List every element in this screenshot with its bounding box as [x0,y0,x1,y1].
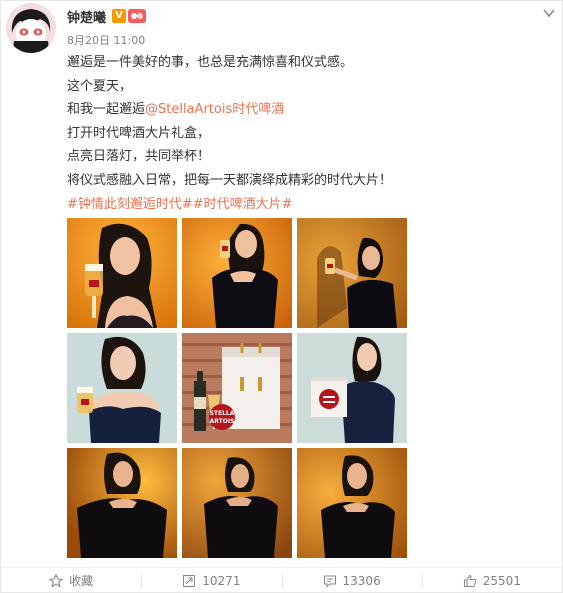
author-row: 钟楚曦 V [67,7,147,26]
image-grid: STELLA ARTOIS [67,218,407,558]
hashtag-line: #钟情此刻邂逅时代##时代啤酒大片# [67,193,547,217]
action-bar: 收藏 10271 13306 25501 [1,567,562,593]
repost-count: 10271 [202,573,241,588]
star-icon [48,573,64,588]
post-line-5: 点亮日落灯，共同举杯！ [67,149,211,165]
like-count: 25501 [482,573,521,588]
chevron-down-icon[interactable] [542,5,556,19]
verified-badge: V [112,9,127,23]
repost-button[interactable]: 10271 [141,568,281,593]
member-badge-icon [128,9,147,23]
photo-9[interactable] [297,448,407,558]
comment-count: 13306 [342,573,381,588]
post-line-2: 这个夏天， [67,78,133,94]
comment-icon [323,574,337,588]
photo-6[interactable] [297,333,407,443]
avatar-illustration [6,3,56,53]
weibo-post-card: 钟楚曦 V 8月20日 11:00 邂逅是一件美好的事，也总是充满惊喜和仪式感。… [0,0,563,593]
photo-7[interactable] [67,448,177,558]
favorite-label: 收藏 [69,574,94,588]
post-line-6: 将仪式感融入日常，把每一天都演绎成精彩的时代大片！ [67,172,393,188]
photo-3[interactable] [297,218,407,328]
post-line-3-text: 和我一起邂逅 [67,102,146,118]
post-time[interactable]: 8月20日 11:00 [67,32,145,48]
post-line-4: 打开时代啤酒大片礼盒， [67,125,211,141]
photo-4[interactable] [67,333,177,443]
repost-icon [182,574,196,588]
photo-5[interactable]: STELLA ARTOIS [182,333,292,443]
post-line-3: 和我一起邂逅@StellaArtois时代啤酒 [67,98,547,122]
favorite-button[interactable]: 收藏 [1,568,141,593]
hashtag-links[interactable]: #钟情此刻邂逅时代##时代啤酒大片# [67,197,293,212]
like-button[interactable]: 25501 [421,568,562,593]
photo-2[interactable] [182,218,292,328]
post-text: 邂逅是一件美好的事，也总是充满惊喜和仪式感。 这个夏天， 和我一起邂逅@Stel… [67,51,547,216]
photo-1[interactable] [67,218,177,328]
mention-link[interactable]: @StellaArtois时代啤酒 [145,102,284,117]
photo-8[interactable] [182,448,292,558]
author-name[interactable]: 钟楚曦 [67,7,106,26]
comment-button[interactable]: 13306 [281,568,422,593]
thumbs-up-icon [463,574,477,588]
avatar[interactable] [6,3,56,53]
product-logo-text-1: STELLA [210,410,235,417]
product-logo-text-2: ARTOIS [210,418,235,425]
post-line-1: 邂逅是一件美好的事，也总是充满惊喜和仪式感。 [67,55,354,70]
